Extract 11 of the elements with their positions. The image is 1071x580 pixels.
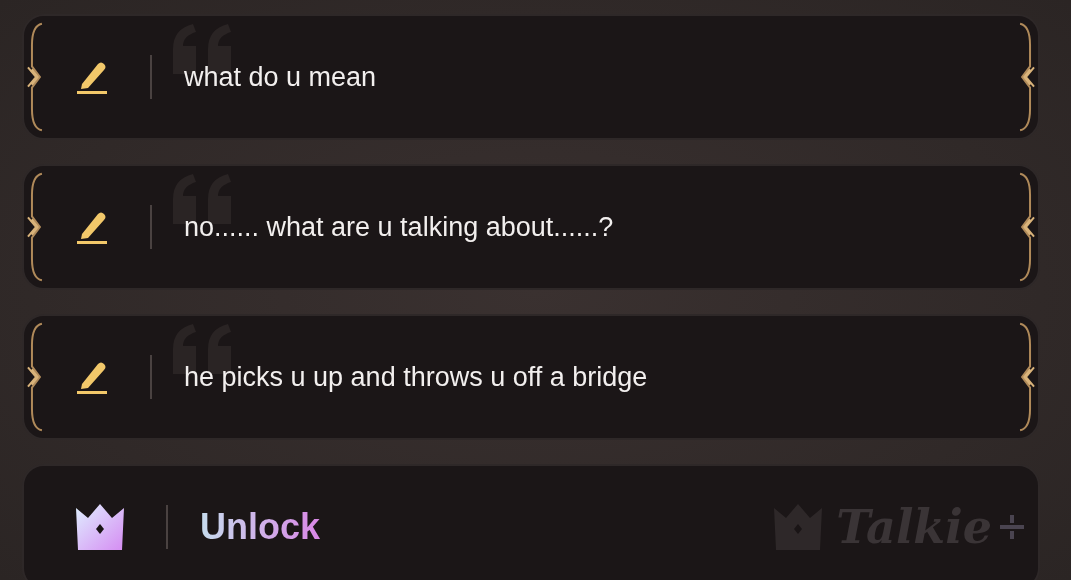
reply-option[interactable]: what do u mean: [22, 14, 1040, 140]
pencil-icon: [76, 360, 108, 394]
reply-option[interactable]: he picks u up and throws u off a bridge: [22, 314, 1040, 440]
pencil-icon: [76, 60, 108, 94]
option-text: he picks u up and throws u off a bridge: [184, 361, 648, 393]
reply-option[interactable]: no...... what are u talking about......?: [22, 164, 1040, 290]
option-text: what do u mean: [184, 61, 377, 93]
pencil-icon: [76, 210, 108, 244]
crown-icon: [76, 504, 124, 550]
option-text: no...... what are u talking about......?: [184, 211, 614, 243]
plus-icon: [1000, 515, 1024, 539]
